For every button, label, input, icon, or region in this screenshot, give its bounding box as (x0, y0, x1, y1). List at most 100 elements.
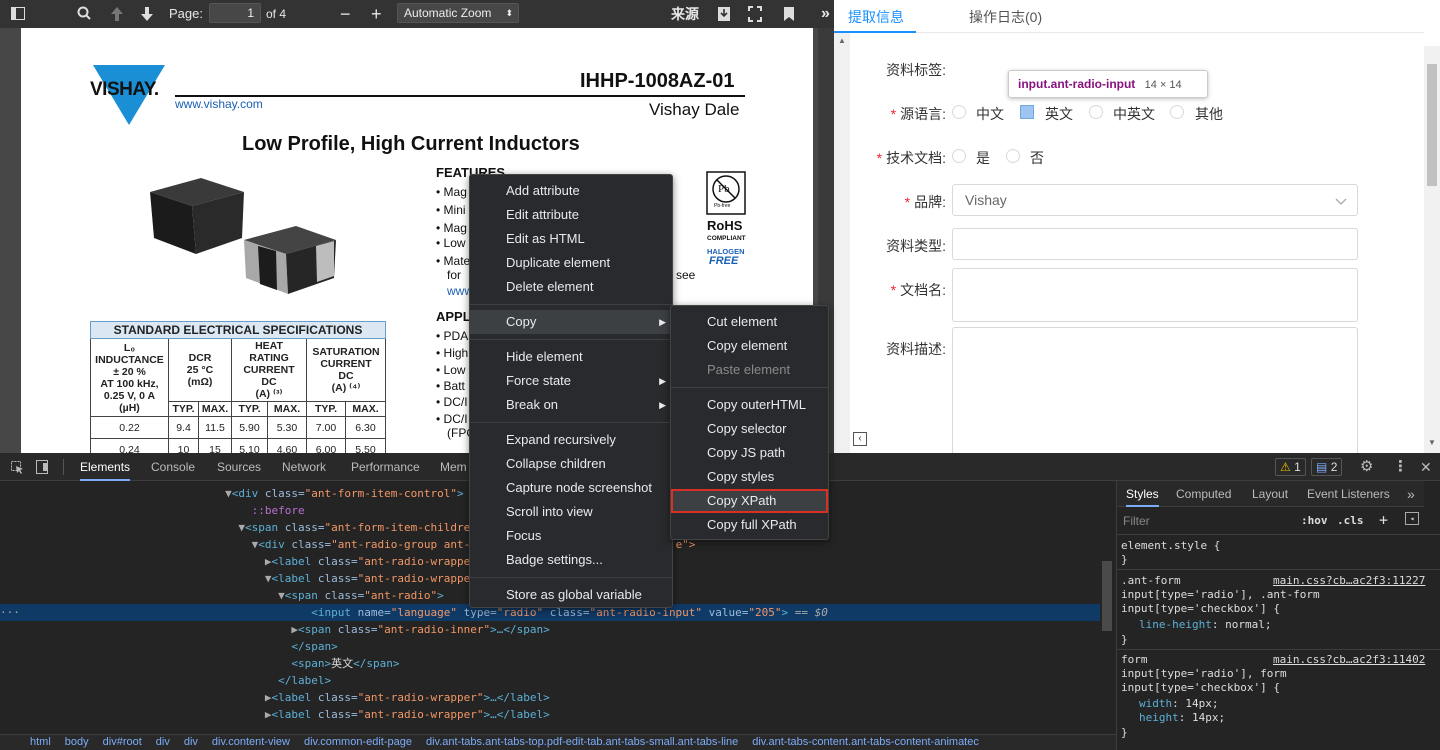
breadcrumb-item[interactable]: div.content-view (212, 736, 290, 748)
tab-computed[interactable]: Computed (1176, 481, 1231, 507)
fullscreen-icon[interactable] (747, 0, 763, 28)
dom-line[interactable]: ▶<span class="ant-radio-inner">…</span> (0, 621, 1100, 638)
radio-tech-yes-label[interactable]: 是 (976, 148, 990, 168)
menu-store-as-global-variable[interactable]: Store as global variable (470, 583, 672, 607)
device-toolbar-icon[interactable] (35, 453, 49, 481)
dom-line[interactable]: ▶<label class="ant-radio-wrapper">…</lab… (0, 689, 1100, 706)
zoom-in-icon[interactable]: + (371, 0, 382, 28)
inspect-element-icon[interactable] (10, 453, 24, 481)
dom-line[interactable]: ▶<label class="ant-radio-wrapper">…</lab… (0, 706, 1100, 723)
add-rule-icon[interactable]: + (1379, 511, 1388, 529)
rule-source-link[interactable]: main.css?cb…ac2f3:11227 (1273, 574, 1425, 588)
cls-toggle[interactable]: .cls (1337, 514, 1364, 527)
menu-break-on[interactable]: Break on ▶ (470, 393, 672, 417)
rule-selector[interactable]: input[type='radio'], form (1121, 667, 1287, 681)
tab-performance[interactable]: Performance (351, 453, 420, 481)
breadcrumb-item[interactable]: div.ant-tabs-content.ant-tabs-content-an… (752, 736, 979, 748)
page-number-input[interactable]: 1 (209, 3, 261, 23)
collapse-panel-icon[interactable]: ‹ (853, 432, 867, 446)
menu-capture-node-screenshot[interactable]: Capture node screenshot (470, 476, 672, 500)
menu-badge-settings[interactable]: Badge settings... (470, 548, 672, 572)
breadcrumb-item[interactable]: html (30, 736, 51, 748)
dom-line[interactable]: </label> (0, 672, 1100, 689)
tab-styles[interactable]: Styles (1126, 481, 1159, 507)
more-tabs-icon[interactable]: » (1407, 481, 1415, 507)
radio-lang-other-label[interactable]: 其他 (1195, 104, 1223, 124)
tab-elements[interactable]: Elements (80, 453, 131, 481)
tab-network[interactable]: Network (282, 453, 326, 481)
radio-lang-zh-en[interactable] (1089, 105, 1103, 119)
source-button[interactable]: 来源 (671, 0, 699, 28)
styles-filter-input[interactable]: Filter (1123, 514, 1150, 528)
menu-edit-as-html[interactable]: Edit as HTML (470, 227, 672, 251)
style-property[interactable]: line-height: normal; (1139, 618, 1271, 632)
brand-select[interactable]: Vishay (952, 184, 1358, 216)
tab-memory[interactable]: Mem (440, 453, 467, 481)
search-icon[interactable] (76, 0, 92, 28)
bookmark-icon[interactable] (783, 0, 795, 28)
style-property[interactable]: height: 14px; (1139, 711, 1225, 725)
radio-lang-en-label[interactable]: 英文 (1045, 104, 1073, 124)
breadcrumb-item[interactable]: body (65, 736, 89, 748)
settings-gear-icon[interactable]: ⚙ (1360, 453, 1373, 481)
menu-copy-outerhtml[interactable]: Copy outerHTML (671, 393, 828, 417)
menu-hide-element[interactable]: Hide element (470, 345, 672, 369)
menu-edit-attribute[interactable]: Edit attribute (470, 203, 672, 227)
breadcrumb-item[interactable]: div.common-edit-page (304, 736, 412, 748)
radio-tech-yes[interactable] (952, 149, 966, 163)
radio-tech-no-label[interactable]: 否 (1030, 148, 1044, 168)
menu-copy-xpath[interactable]: Copy XPath (671, 489, 828, 513)
download-icon[interactable] (717, 0, 731, 28)
radio-lang-en[interactable] (1020, 105, 1034, 119)
tab-sources[interactable]: Sources (217, 453, 261, 481)
menu-copy[interactable]: Copy ▶ (470, 310, 672, 334)
menu-delete-element[interactable]: Delete element (470, 275, 672, 299)
menu-copy-selector[interactable]: Copy selector (671, 417, 828, 441)
next-page-icon[interactable] (139, 0, 155, 28)
menu-add-attribute[interactable]: Add attribute (470, 179, 672, 203)
more-options-icon[interactable]: ⋮ (1393, 453, 1408, 481)
breadcrumb-item[interactable]: div (184, 736, 198, 748)
toggle-sidebar-icon[interactable]: ◂ (1405, 512, 1419, 525)
doc-name-textarea[interactable] (952, 268, 1358, 322)
radio-lang-other[interactable] (1170, 105, 1184, 119)
form-scrollbar[interactable]: ▼ (1424, 46, 1440, 453)
form-scroll-thumb[interactable] (1427, 64, 1437, 186)
scroll-up-arrow-icon[interactable]: ▲ (838, 36, 846, 45)
radio-lang-zh-label[interactable]: 中文 (976, 104, 1004, 124)
hov-toggle[interactable]: :hov (1301, 514, 1328, 527)
type-input[interactable] (952, 228, 1358, 260)
desc-textarea[interactable] (952, 327, 1358, 457)
tab-event-listeners[interactable]: Event Listeners (1307, 481, 1390, 507)
previous-page-icon[interactable] (109, 0, 125, 28)
breadcrumb-item[interactable]: div#root (103, 736, 142, 748)
dom-scroll-thumb[interactable] (1102, 561, 1112, 631)
radio-lang-zh[interactable] (952, 105, 966, 119)
zoom-select[interactable]: Automatic Zoom ⬍ (397, 3, 519, 23)
rule-selector[interactable]: input[type='checkbox'] { (1121, 602, 1280, 616)
menu-cut-element[interactable]: Cut element (671, 310, 828, 334)
tab-console[interactable]: Console (151, 453, 195, 481)
menu-copy-full-xpath[interactable]: Copy full XPath (671, 513, 828, 537)
tab-layout[interactable]: Layout (1252, 481, 1288, 507)
style-property[interactable]: width: 14px; (1139, 697, 1218, 711)
messages-badge[interactable]: ▤ 2 (1311, 458, 1343, 476)
more-tools-icon[interactable]: » (821, 0, 830, 28)
menu-collapse-children[interactable]: Collapse children (470, 452, 672, 476)
dom-line[interactable]: <span>英文</span> (0, 655, 1100, 672)
website-link[interactable]: www.vishay.com (175, 97, 263, 111)
element-style-rule[interactable]: element.style { (1121, 539, 1220, 553)
menu-copy-element[interactable]: Copy element (671, 334, 828, 358)
breadcrumb-item[interactable]: div (156, 736, 170, 748)
dom-line[interactable]: </span> (0, 638, 1100, 655)
rule-selector[interactable]: .ant-form (1121, 574, 1181, 588)
sidebar-toggle-icon[interactable] (10, 0, 26, 28)
menu-duplicate-element[interactable]: Duplicate element (470, 251, 672, 275)
radio-tech-no[interactable] (1006, 149, 1020, 163)
rule-selector[interactable]: form (1121, 653, 1148, 667)
scroll-down-arrow-icon[interactable]: ▼ (1428, 438, 1436, 447)
warning-badge[interactable]: ⚠ 1 (1275, 458, 1306, 476)
menu-copy-js-path[interactable]: Copy JS path (671, 441, 828, 465)
menu-scroll-into-view[interactable]: Scroll into view (470, 500, 672, 524)
zoom-out-icon[interactable]: − (340, 0, 351, 28)
